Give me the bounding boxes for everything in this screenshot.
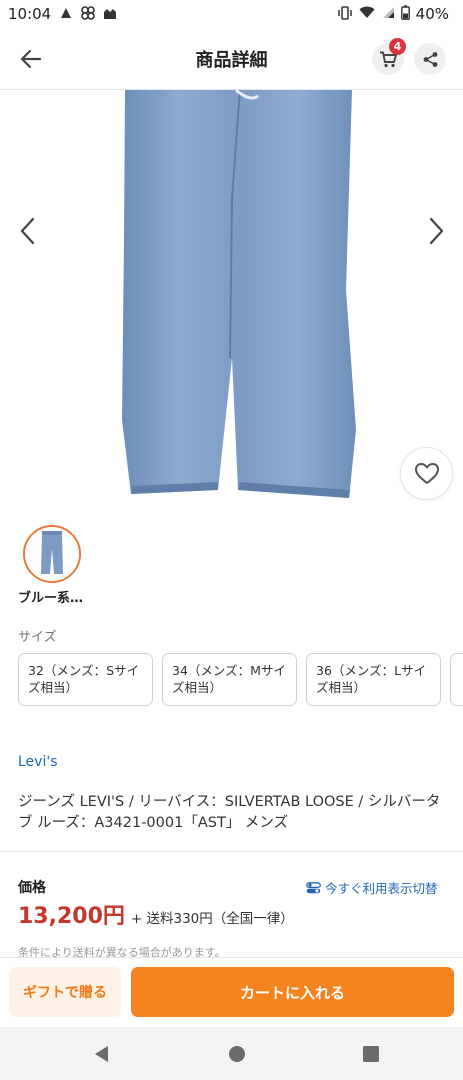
vibrate-icon bbox=[337, 5, 353, 23]
share-button[interactable] bbox=[414, 43, 446, 75]
divider bbox=[0, 851, 463, 852]
app-header: 商品詳細 4 bbox=[0, 28, 463, 90]
display-toggle-link[interactable]: 今すぐ利用表示切替 bbox=[306, 878, 438, 897]
size-options: 32（メンズ：Sサイズ相当） 34（メンズ：Mサイズ相当） 36（メンズ：Lサイ… bbox=[18, 653, 463, 707]
size-option-32[interactable]: 32（メンズ：Sサイズ相当） bbox=[18, 653, 153, 706]
chevron-left-icon bbox=[20, 217, 35, 245]
next-image-button[interactable] bbox=[422, 216, 452, 246]
add-to-cart-button[interactable]: カートに入れる bbox=[131, 967, 454, 1017]
shipping-fee: + 送料330円（全国一律） bbox=[130, 911, 294, 927]
favorite-button[interactable] bbox=[400, 447, 453, 500]
size-option-36[interactable]: 36（メンズ：Lサイズ相当） bbox=[306, 653, 441, 706]
notification-icon bbox=[59, 6, 73, 23]
previous-image-button[interactable] bbox=[12, 216, 42, 246]
color-option[interactable]: ブルー系… bbox=[18, 525, 98, 606]
system-navigation-bar bbox=[0, 1027, 463, 1080]
cart-button[interactable]: 4 bbox=[372, 38, 406, 75]
status-bar: 10:04 40% bbox=[0, 0, 463, 28]
color-thumbnail bbox=[23, 525, 81, 583]
size-option-next[interactable] bbox=[450, 653, 463, 706]
wifi-icon bbox=[359, 6, 375, 22]
toggle-icon bbox=[306, 881, 321, 893]
app-icon bbox=[81, 5, 96, 23]
bottom-action-bar: ギフトで贈る カートに入れる bbox=[0, 957, 463, 1027]
circle-home-icon bbox=[229, 1046, 245, 1062]
gift-button[interactable]: ギフトで贈る bbox=[9, 967, 121, 1017]
product-image-carousel[interactable] bbox=[0, 90, 463, 510]
back-button[interactable] bbox=[14, 42, 48, 76]
arrow-left-icon bbox=[20, 49, 42, 69]
castle-icon bbox=[103, 6, 117, 23]
product-image bbox=[122, 90, 356, 498]
size-option-34[interactable]: 34（メンズ：Mサイズ相当） bbox=[162, 653, 297, 706]
price-row: 13,200円 + 送料330円（全国一律） bbox=[18, 898, 294, 930]
system-home-button[interactable] bbox=[227, 1044, 247, 1068]
signal-icon bbox=[381, 6, 395, 22]
system-recents-button[interactable] bbox=[361, 1044, 381, 1068]
price-value: 13,200円 bbox=[18, 904, 125, 929]
display-toggle-label: 今すぐ利用表示切替 bbox=[325, 881, 438, 896]
status-time: 10:04 bbox=[8, 5, 52, 23]
system-back-button[interactable] bbox=[92, 1044, 112, 1068]
brand-link[interactable]: Levi's bbox=[18, 754, 57, 770]
shipping-note: 条件により送料が異なる場合があります。 bbox=[18, 946, 226, 958]
battery-level: 40% bbox=[415, 5, 449, 23]
share-icon bbox=[423, 51, 437, 67]
chevron-right-icon bbox=[429, 217, 444, 245]
size-section-label: サイズ bbox=[18, 630, 57, 645]
color-label: ブルー系… bbox=[18, 591, 84, 606]
product-title: ジーンズ LEVI'S / リーバイス：SILVERTAB LOOSE / シル… bbox=[18, 794, 441, 831]
square-recents-icon bbox=[363, 1046, 379, 1062]
heart-icon bbox=[414, 463, 439, 484]
cart-count-badge: 4 bbox=[389, 38, 406, 55]
battery-icon bbox=[400, 5, 410, 23]
triangle-back-icon bbox=[95, 1046, 108, 1062]
price-label: 価格 bbox=[18, 880, 46, 896]
